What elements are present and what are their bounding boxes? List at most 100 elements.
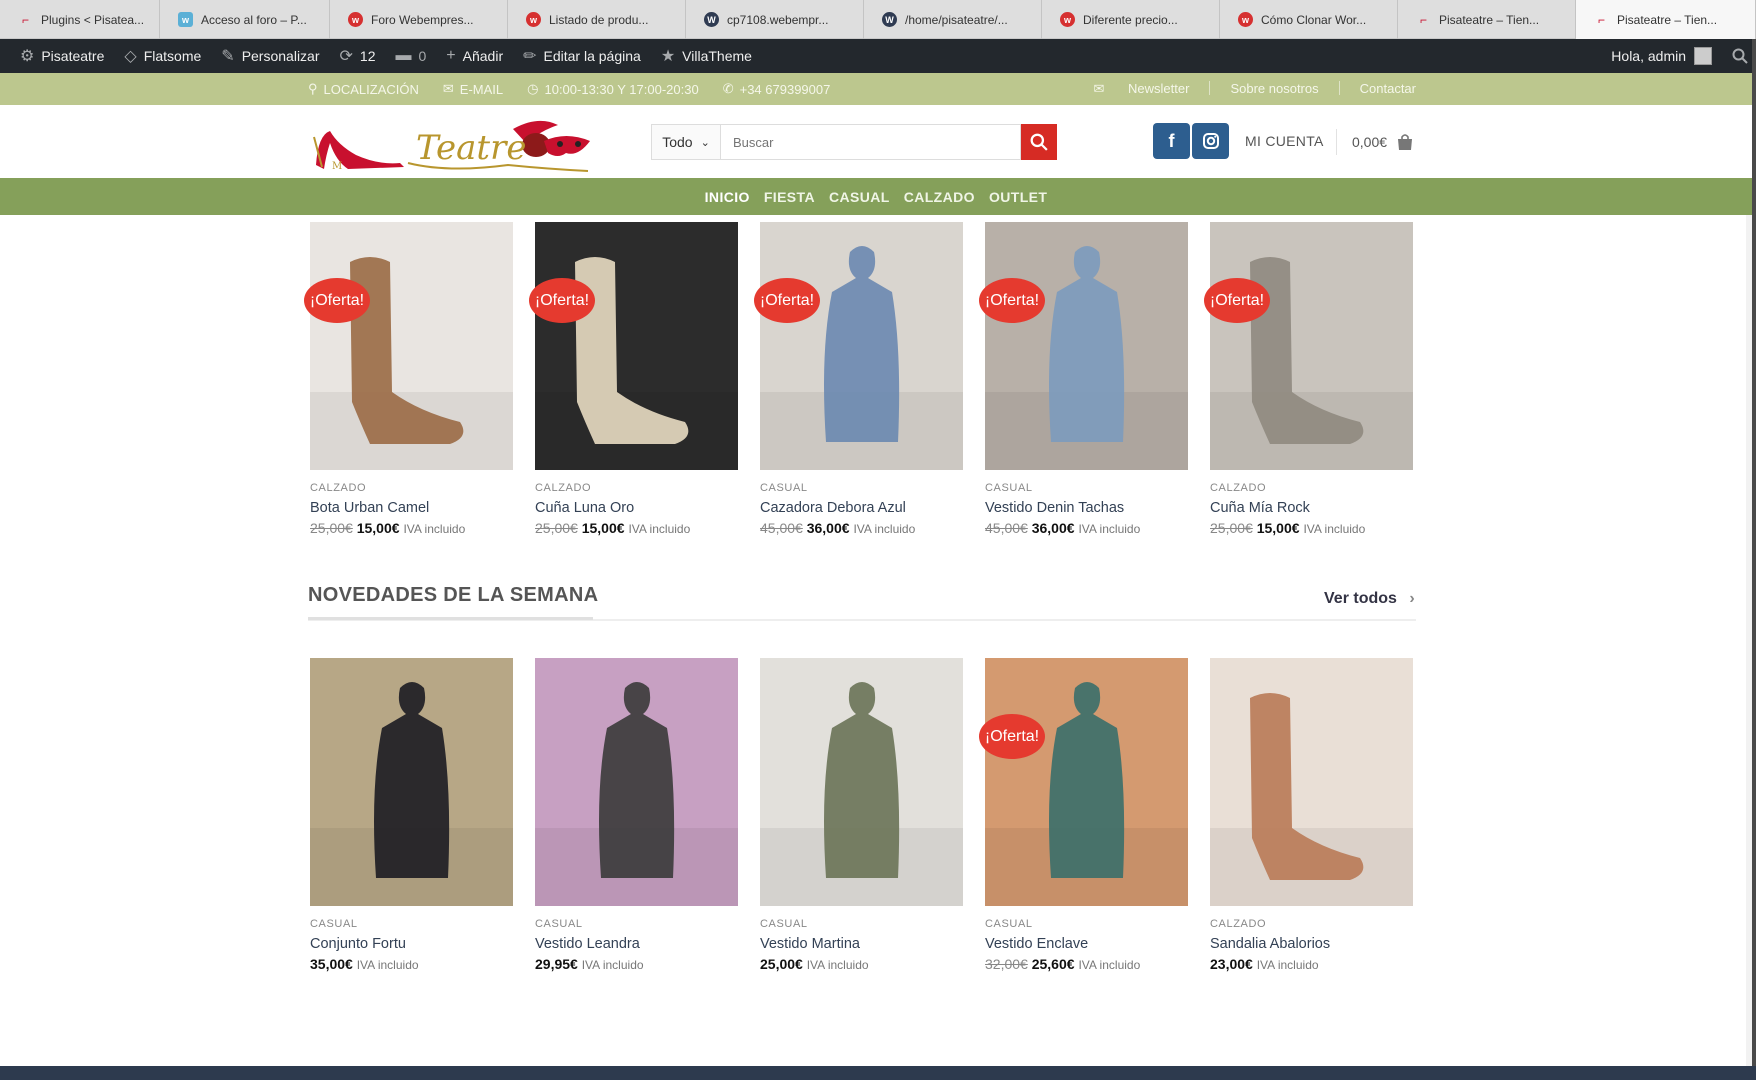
product-price: 25,00€ 15,00€ IVA incluido bbox=[1210, 520, 1413, 536]
footer-strip bbox=[0, 1066, 1756, 1080]
site-logo[interactable]: M Teatre bbox=[308, 115, 620, 175]
product-price: 29,95€ IVA incluido bbox=[535, 956, 738, 972]
browser-tab[interactable]: w Foro Webempres... bbox=[330, 0, 508, 39]
cart-link[interactable]: 0,00€ bbox=[1352, 132, 1415, 152]
product-card[interactable]: CALZADO Sandalia Abalorios 23,00€ IVA incl… bbox=[1210, 658, 1413, 972]
product-image-link[interactable] bbox=[760, 222, 963, 470]
product-image-link[interactable] bbox=[535, 658, 738, 906]
product-title[interactable]: Vestido Enclave bbox=[985, 936, 1188, 952]
my-account-link[interactable]: MI CUENTA bbox=[1245, 133, 1324, 149]
current-price: 36,00€ bbox=[806, 520, 850, 536]
browser-tab[interactable]: ⌐ Pisateatre – Tien... bbox=[1576, 0, 1756, 39]
product-category[interactable]: CASUAL bbox=[760, 482, 963, 494]
admin-villatheme-link[interactable]: ★ VillaTheme bbox=[651, 39, 762, 73]
product-title[interactable]: Conjunto Fortu bbox=[310, 936, 513, 952]
admin-add-link[interactable]: + Añadir bbox=[436, 39, 513, 73]
product-category[interactable]: CALZADO bbox=[1210, 482, 1413, 494]
tab-label: Cómo Clonar Wor... bbox=[1261, 12, 1367, 27]
product-title[interactable]: Cuña Luna Oro bbox=[535, 500, 738, 516]
old-price: 45,00€ bbox=[760, 520, 803, 536]
admin-search-icon[interactable] bbox=[1722, 39, 1752, 73]
tax-note: IVA incluido bbox=[1078, 958, 1141, 972]
product-image-link[interactable] bbox=[985, 658, 1188, 906]
product-image-link[interactable] bbox=[1210, 222, 1413, 470]
envelope-icon: ✉ bbox=[442, 81, 454, 96]
nav-item-casual[interactable]: CASUAL bbox=[829, 189, 890, 205]
avatar bbox=[1694, 47, 1712, 65]
product-category[interactable]: CASUAL bbox=[310, 918, 513, 930]
browser-tab[interactable]: w Acceso al foro – P... bbox=[160, 0, 330, 39]
product-category[interactable]: CALZADO bbox=[310, 482, 513, 494]
map-pin-icon: ⚲ bbox=[308, 81, 318, 96]
admin-customize-link[interactable]: ✎ Personalizar bbox=[211, 39, 329, 73]
contact-link[interactable]: Contactar bbox=[1360, 81, 1416, 97]
nav-item-outlet[interactable]: OUTLET bbox=[989, 189, 1047, 205]
admin-edit-page-link[interactable]: ✏ Editar la página bbox=[513, 39, 651, 73]
view-all-link[interactable]: Ver todos › bbox=[1324, 590, 1415, 608]
product-card[interactable]: CASUAL Vestido Leandra 29,95€ IVA incluido bbox=[535, 658, 738, 972]
admin-site-link[interactable]: ⚙ Pisateatre bbox=[0, 39, 114, 73]
product-category[interactable]: CALZADO bbox=[1210, 918, 1413, 930]
favicon-icon: w bbox=[178, 12, 193, 27]
admin-theme-link[interactable]: ◇ Flatsome bbox=[114, 39, 211, 73]
instagram-button[interactable] bbox=[1192, 123, 1229, 159]
product-card[interactable]: ¡Oferta! CALZADO Cuña Luna Oro 25,00€ 15,00… bbox=[529, 222, 738, 536]
product-card[interactable]: ¡Oferta! CASUAL Vestido Denin Tachas 45,00€… bbox=[979, 222, 1188, 536]
product-image-link[interactable] bbox=[1210, 658, 1413, 906]
product-category[interactable]: CASUAL bbox=[535, 918, 738, 930]
product-image-link[interactable] bbox=[310, 222, 513, 470]
phone-link[interactable]: ✆ +34 679399007 bbox=[723, 81, 831, 97]
admin-account-menu[interactable]: Hola, admin bbox=[1601, 39, 1722, 73]
product-card[interactable]: ¡Oferta! CASUAL Cazadora Debora Azul 45,00€… bbox=[754, 222, 963, 536]
browser-tab[interactable]: w Diferente precio... bbox=[1042, 0, 1220, 39]
browser-tab[interactable]: Wcp7108.webempr... bbox=[686, 0, 864, 39]
product-image-link[interactable] bbox=[760, 658, 963, 906]
search-input[interactable] bbox=[721, 124, 1021, 160]
about-link[interactable]: Sobre nosotros bbox=[1230, 81, 1318, 97]
product-image-link[interactable] bbox=[310, 658, 513, 906]
product-card[interactable]: CASUAL Vestido Martina 25,00€ IVA incluido bbox=[760, 658, 963, 972]
sale-badge: ¡Oferta! bbox=[304, 278, 370, 323]
product-price: 23,00€ IVA incluido bbox=[1210, 956, 1413, 972]
product-category[interactable]: CASUAL bbox=[985, 482, 1188, 494]
browser-tab[interactable]: W/home/pisateatre/... bbox=[864, 0, 1042, 39]
product-title[interactable]: Bota Urban Camel bbox=[310, 500, 513, 516]
product-category[interactable]: CASUAL bbox=[760, 918, 963, 930]
product-title[interactable]: Vestido Leandra bbox=[535, 936, 738, 952]
nav-item-calzado[interactable]: CALZADO bbox=[904, 189, 975, 205]
product-title[interactable]: Cuña Mía Rock bbox=[1210, 500, 1413, 516]
product-image-link[interactable] bbox=[535, 222, 738, 470]
product-image bbox=[310, 222, 513, 470]
location-link[interactable]: ⚲ LOCALIZACIÓN bbox=[308, 81, 419, 97]
nav-item-fiesta[interactable]: FIESTA bbox=[764, 189, 815, 205]
admin-updates-link[interactable]: ⟳ 12 bbox=[330, 39, 386, 73]
product-category[interactable]: CALZADO bbox=[535, 482, 738, 494]
product-category[interactable]: CASUAL bbox=[985, 918, 1188, 930]
product-card[interactable]: ¡Oferta! CASUAL Vestido Enclave 32,00€ 25,6… bbox=[979, 658, 1188, 972]
category-select[interactable]: Todo ⌄ bbox=[651, 124, 721, 160]
browser-tab[interactable]: ⌐ Plugins < Pisatea... bbox=[0, 0, 160, 39]
hours-info: ◷ 10:00-13:30 Y 17:00-20:30 bbox=[527, 81, 699, 97]
favicon-icon: w bbox=[348, 12, 363, 27]
product-card[interactable]: ¡Oferta! CALZADO Bota Urban Camel 25,00€ 15… bbox=[304, 222, 513, 536]
product-title[interactable]: Vestido Martina bbox=[760, 936, 963, 952]
tab-label: Acceso al foro – P... bbox=[201, 12, 307, 27]
nav-item-inicio[interactable]: INICIO bbox=[705, 189, 750, 205]
browser-tab[interactable]: ⌐ Pisateatre – Tien... bbox=[1398, 0, 1576, 39]
browser-tab[interactable]: w Listado de produ... bbox=[508, 0, 686, 39]
product-title[interactable]: Cazadora Debora Azul bbox=[760, 500, 963, 516]
product-title[interactable]: Vestido Denin Tachas bbox=[985, 500, 1188, 516]
product-image-link[interactable] bbox=[985, 222, 1188, 470]
admin-comments-link[interactable]: ▬ 0 bbox=[386, 39, 437, 73]
facebook-button[interactable]: f bbox=[1153, 123, 1190, 159]
favicon-icon: ⌐ bbox=[21, 12, 29, 27]
newsletter-link[interactable]: ✉ Newsletter bbox=[1074, 81, 1190, 97]
email-link[interactable]: ✉ E-MAIL bbox=[443, 81, 503, 97]
product-card[interactable]: CASUAL Conjunto Fortu 35,00€ IVA incluido bbox=[310, 658, 513, 972]
product-title[interactable]: Sandalia Abalorios bbox=[1210, 936, 1413, 952]
tax-note: IVA incluido bbox=[356, 958, 419, 972]
browser-tab[interactable]: w Cómo Clonar Wor... bbox=[1220, 0, 1398, 39]
divider bbox=[308, 617, 593, 620]
product-card[interactable]: ¡Oferta! CALZADO Cuña Mía Rock 25,00€ 15,00… bbox=[1204, 222, 1413, 536]
search-button[interactable] bbox=[1021, 124, 1057, 160]
